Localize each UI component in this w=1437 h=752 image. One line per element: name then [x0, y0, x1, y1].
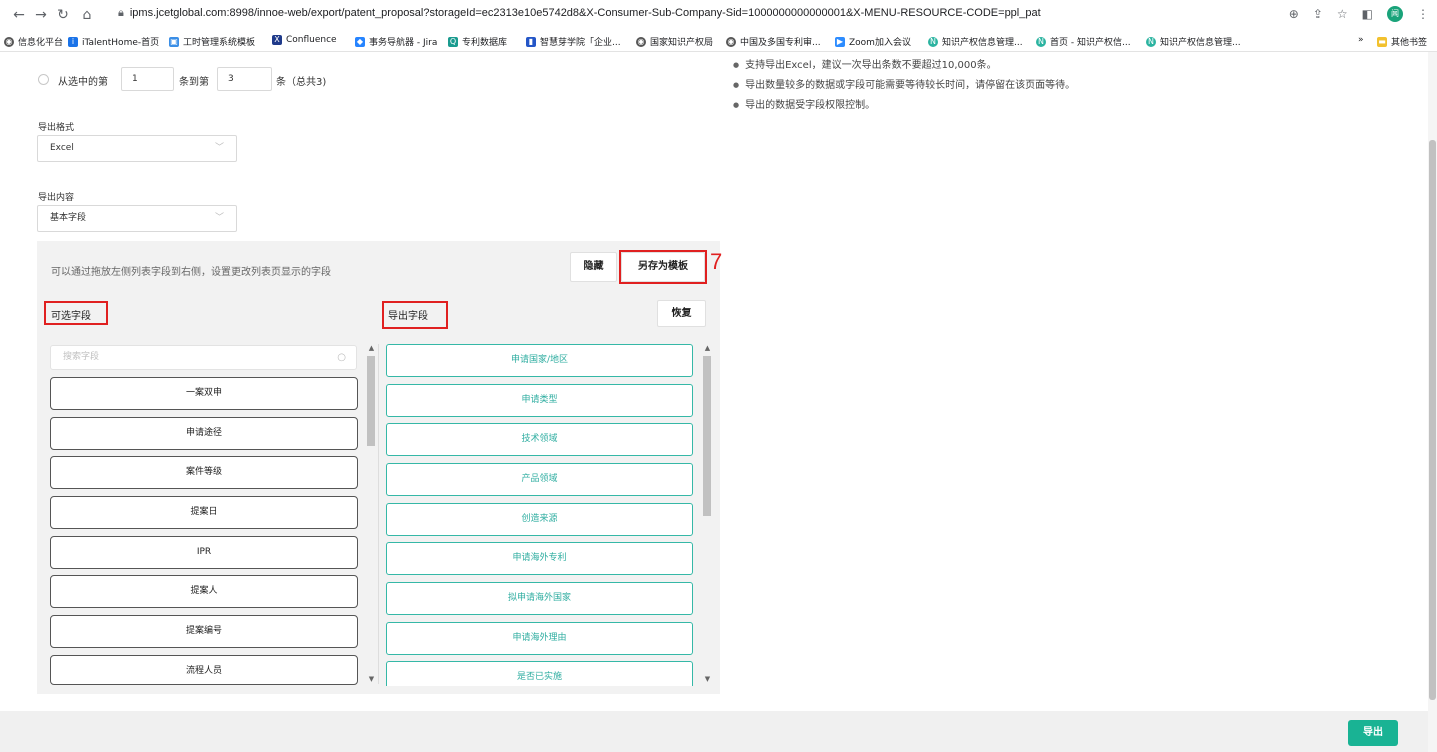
range-from-input[interactable]: 1 [121, 67, 174, 91]
restore-button[interactable]: 恢复 [657, 300, 706, 327]
content-value: 基本字段 [50, 213, 87, 223]
range-suffix: 条（总共3) [276, 77, 327, 88]
export-notes: 支持导出Excel，建议一次导出条数不要超过10,000条。 导出数量较多的数据… [733, 59, 1075, 119]
bookmark-item[interactable]: ▮ 智慧芽学院「企业... [526, 35, 621, 48]
available-field-item[interactable]: 提案人 [50, 575, 358, 608]
available-field-item[interactable]: 一案双申 [50, 377, 358, 410]
export-field-item[interactable]: 申请类型 [386, 384, 693, 417]
panel-hint: 可以通过拖放左侧列表字段到右侧，设置更改列表页显示的字段 [51, 267, 331, 278]
bookmark-item[interactable]: ▶ Zoom加入会议 [835, 35, 911, 48]
highlight-box [44, 301, 108, 325]
bookmark-item[interactable]: N 知识产权信息管理... [928, 35, 1023, 48]
highlight-box [619, 250, 707, 284]
bookmark-item[interactable]: N 知识产权信息管理... [1146, 35, 1241, 48]
footer-bar: 导出 [0, 711, 1437, 752]
share-icon[interactable]: ⇪ [1313, 7, 1323, 21]
scroll-thumb[interactable] [367, 356, 375, 446]
page-scrollbar[interactable] [1428, 52, 1437, 752]
available-field-item[interactable]: 申请途径 [50, 417, 358, 450]
url-text: ipms.jcetglobal.com:8998/innoe-web/expor… [129, 7, 1041, 19]
reload-icon[interactable]: ↻ [54, 7, 72, 23]
column-divider [378, 344, 379, 684]
export-field-item[interactable]: 申请海外理由 [386, 622, 693, 655]
available-field-item[interactable]: IPR [50, 536, 358, 569]
export-field-item[interactable]: 是否已实施 [386, 661, 693, 686]
bookmarks-bar: ◉ 信息化平台 i iTalentHome-首页 ▣ 工时管理系统模板 X Conflu… [0, 30, 1437, 52]
export-scrollbar[interactable]: ▲ ▼ [703, 344, 712, 686]
range-to-input[interactable]: 3 [217, 67, 272, 91]
chevron-down-icon: ﹀ [214, 213, 224, 223]
forward-icon[interactable]: → [32, 7, 50, 23]
export-field-item[interactable]: 技术领域 [386, 423, 693, 456]
export-field-item[interactable]: 申请国家/地区 [386, 344, 693, 377]
highlight-box [382, 301, 448, 329]
search-icon: ○ [337, 352, 346, 363]
scroll-up-icon[interactable]: ▲ [367, 344, 376, 352]
other-bookmarks[interactable]: ▬ 其他书签 [1377, 35, 1427, 48]
step-annotation: 7 [710, 249, 723, 274]
scroll-thumb[interactable] [1429, 140, 1436, 700]
bookmark-item[interactable]: ◉ 信息化平台 [4, 35, 63, 48]
home-icon[interactable]: ⌂ [78, 7, 96, 23]
available-scrollbar[interactable]: ▲ ▼ [367, 344, 376, 686]
note-item: 支持导出Excel，建议一次导出条数不要超过10,000条。 [733, 59, 1075, 79]
scroll-down-icon[interactable]: ▼ [703, 675, 712, 683]
export-field-item[interactable]: 产品领域 [386, 463, 693, 496]
range-radio[interactable] [38, 74, 49, 85]
menu-icon[interactable]: ⋮ [1417, 7, 1429, 21]
format-label: 导出格式 [38, 123, 75, 133]
bookmark-item[interactable]: N 首页 - 知识产权信... [1036, 35, 1131, 48]
bookmark-item[interactable]: ◉ 国家知识产权局 [636, 35, 713, 48]
content-label: 导出内容 [38, 193, 75, 203]
scroll-thumb[interactable] [703, 356, 711, 516]
lock-icon: 🔒︎ [118, 7, 124, 19]
profile-avatar[interactable]: 闻 [1387, 6, 1403, 22]
field-search-input[interactable]: 搜索字段 ○ [50, 345, 357, 370]
browser-toolbar: ← → ↻ ⌂ 🔒︎ ipms.jcetglobal.com:8998/innoe… [0, 0, 1437, 30]
export-field-item[interactable]: 创造来源 [386, 503, 693, 536]
chevron-down-icon: ﹀ [214, 143, 224, 153]
note-item: 导出数量较多的数据或字段可能需要等待较长时间，请停留在该页面等待。 [733, 79, 1075, 99]
bookmark-item[interactable]: ◆ 事务导航器 - Jira [355, 35, 437, 48]
bookmark-item[interactable]: i iTalentHome-首页 [68, 35, 159, 48]
export-button[interactable]: 导出 [1348, 720, 1398, 746]
bookmark-item[interactable]: Q 专利数据库 [448, 35, 507, 48]
sidebar-icon[interactable]: ◧ [1362, 7, 1373, 21]
range-prefix: 从选中的第 [58, 77, 108, 88]
export-page: 从选中的第 1 条到第 3 条（总共3) 导出格式 Excel ﹀ 导出内容 基… [0, 52, 1437, 752]
bookmark-item[interactable]: ◉ 中国及多国专利审... [726, 35, 821, 48]
range-middle: 条到第 [179, 77, 209, 88]
more-bookmarks[interactable]: » [1358, 35, 1364, 45]
available-field-item[interactable]: 案件等级 [50, 456, 358, 489]
export-field-item[interactable]: 申请海外专利 [386, 542, 693, 575]
star-icon[interactable]: ☆ [1337, 7, 1348, 21]
back-icon[interactable]: ← [10, 7, 28, 23]
address-bar[interactable]: 🔒︎ ipms.jcetglobal.com:8998/innoe-web/exp… [118, 7, 1041, 20]
zoom-icon[interactable]: ⊕ [1289, 7, 1299, 21]
export-field-item[interactable]: 拟申请海外国家 [386, 582, 693, 615]
available-field-item[interactable]: 流程人员 [50, 655, 358, 685]
available-field-item[interactable]: 提案编号 [50, 615, 358, 648]
available-field-item[interactable]: 提案日 [50, 496, 358, 529]
bookmark-item[interactable]: ▣ 工时管理系统模板 [169, 35, 255, 48]
field-config-panel: 可以通过拖放左侧列表字段到右侧，设置更改列表页显示的字段 隐藏 另存为模板 可选… [37, 241, 720, 694]
search-placeholder: 搜索字段 [63, 352, 100, 362]
format-select[interactable]: Excel ﹀ [37, 135, 237, 162]
bookmark-item[interactable]: X Confluence [272, 35, 337, 45]
content-select[interactable]: 基本字段 ﹀ [37, 205, 237, 232]
note-item: 导出的数据受字段权限控制。 [733, 99, 1075, 119]
scroll-up-icon[interactable]: ▲ [703, 344, 712, 352]
hide-button[interactable]: 隐藏 [570, 252, 617, 282]
format-value: Excel [50, 143, 74, 153]
scroll-down-icon[interactable]: ▼ [367, 675, 376, 683]
